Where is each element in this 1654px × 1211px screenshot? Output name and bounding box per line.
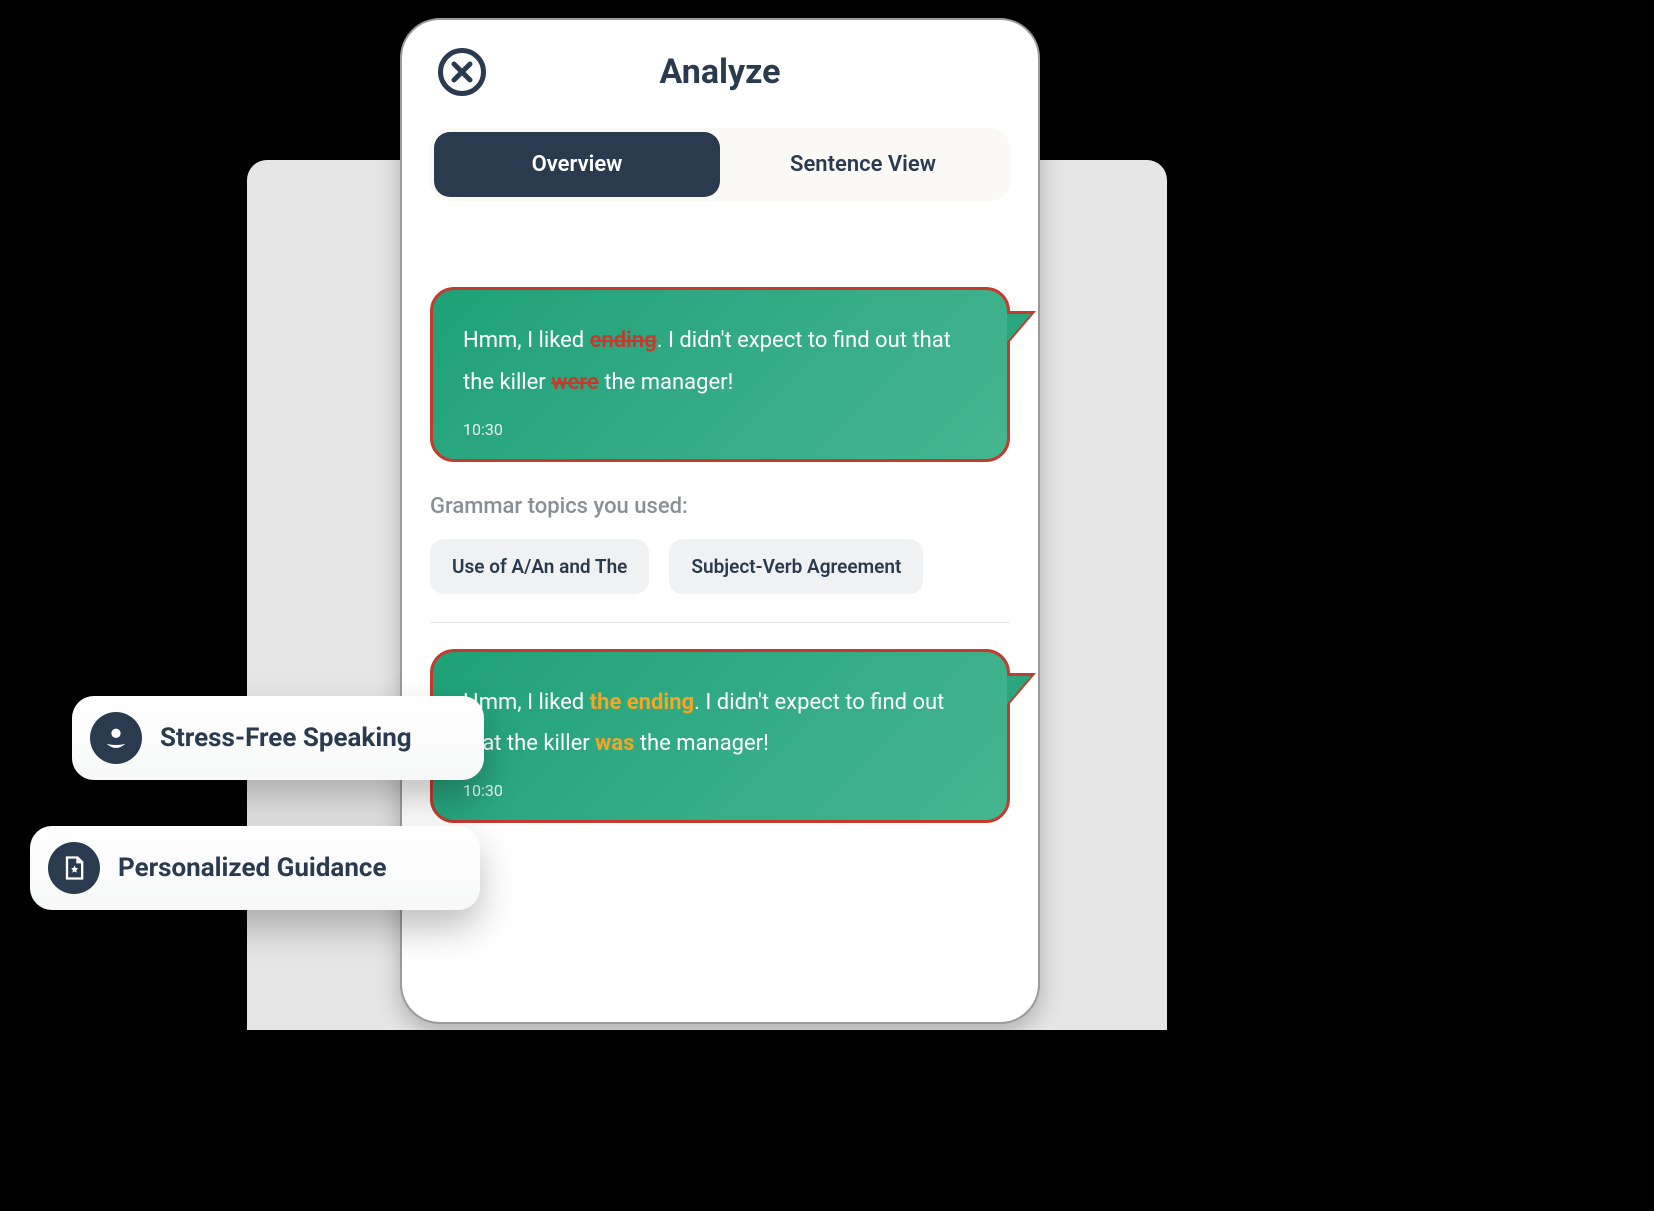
page-title: Analyze [438,52,1002,92]
grammar-chips: Use of A/An and The Subject-Verb Agreeme… [430,539,1010,594]
document-star-icon [48,842,100,894]
analyze-panel: Analyze Overview Sentence View Hmm, I li… [400,18,1040,1024]
text-segment: the manager! [634,731,768,756]
tab-overview[interactable]: Overview [434,132,720,197]
message-text: Hmm, I liked ending. I didn't expect to … [463,320,977,404]
message-timestamp: 10:30 [463,781,977,800]
panel-header: Analyze [402,20,1038,106]
text-segment: the manager! [599,370,733,395]
message-bubble-original: Hmm, I liked ending. I didn't expect to … [430,287,1010,462]
message-bubble-corrected: Hmm, I liked the ending. I didn't expect… [430,649,1010,824]
correction-word: the ending [590,690,694,715]
feature-label: Personalized Guidance [118,853,386,883]
feature-card-guidance: Personalized Guidance [30,826,480,910]
message-timestamp: 10:30 [463,420,977,439]
grammar-topics-label: Grammar topics you used: [430,494,1010,519]
feature-card-speaking: Stress-Free Speaking [72,696,484,780]
message-text: Hmm, I liked the ending. I didn't expect… [463,682,977,766]
tab-bar: Overview Sentence View [430,128,1010,201]
grammar-chip-articles[interactable]: Use of A/An and The [430,539,649,594]
error-word: were [551,370,599,395]
feature-label: Stress-Free Speaking [160,723,412,753]
error-word: ending [590,328,657,353]
text-segment: Hmm, I liked [463,328,590,353]
correction-word: was [595,731,634,756]
tab-sentence-view[interactable]: Sentence View [720,132,1006,197]
grammar-chip-agreement[interactable]: Subject-Verb Agreement [669,539,923,594]
divider [430,622,1010,623]
meditation-icon [90,712,142,764]
